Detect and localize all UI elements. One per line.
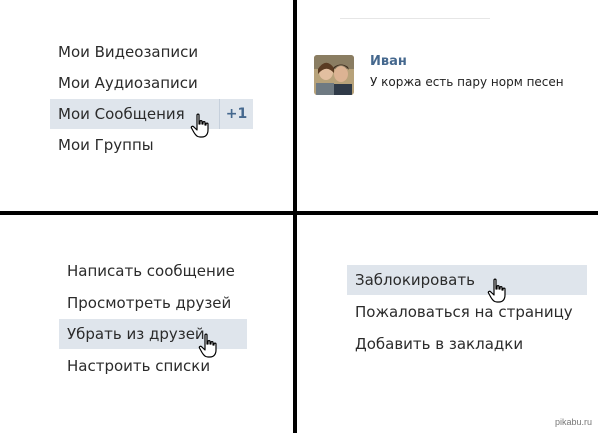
message-preview-text: У коржа есть пару норм песен <box>370 75 564 89</box>
menu-item-label: Написать сообщение <box>67 262 235 280</box>
watermark: pikabu.ru <box>554 417 592 427</box>
menu-item-label: Мои Сообщения <box>58 105 185 123</box>
hand-pointer-icon <box>487 278 506 303</box>
hand-pointer-icon <box>190 113 209 138</box>
menu-item-label: Убрать из друзей <box>67 325 205 343</box>
menu-item-add-bookmark[interactable]: Добавить в закладки <box>347 329 587 359</box>
menu-item-view-friends[interactable]: Просмотреть друзей <box>59 288 249 318</box>
menu-item-label: Добавить в закладки <box>355 335 524 353</box>
menu-item-label: Мои Видеозаписи <box>58 43 199 61</box>
menu-item-label: Мои Группы <box>58 136 154 154</box>
menu-item-label: Мои Аудиозаписи <box>58 74 198 92</box>
hand-pointer-icon <box>198 333 217 358</box>
menu-item-label: Настроить списки <box>67 357 211 375</box>
panel-divider-vertical <box>293 0 297 433</box>
menu-item-label: Просмотреть друзей <box>67 294 232 312</box>
menu-item-report-page[interactable]: Пожаловаться на страницу <box>347 297 587 327</box>
menu-item-label: Пожаловаться на страницу <box>355 303 573 321</box>
menu-item-videos[interactable]: Мои Видеозаписи <box>50 37 250 67</box>
message-sender-name[interactable]: Иван <box>370 54 407 69</box>
menu-item-messages[interactable]: Мои Сообщения +1 <box>50 99 253 129</box>
panel-divider-horizontal <box>0 211 598 215</box>
menu-item-audio[interactable]: Мои Аудиозаписи <box>50 68 250 98</box>
menu-item-configure-lists[interactable]: Настроить списки <box>59 351 249 381</box>
top-separator-line <box>340 18 490 19</box>
avatar[interactable] <box>314 55 354 95</box>
unread-count-badge[interactable]: +1 <box>219 99 253 129</box>
menu-item-write-message[interactable]: Написать сообщение <box>59 256 249 286</box>
menu-item-label: Заблокировать <box>355 271 475 289</box>
menu-item-groups[interactable]: Мои Группы <box>50 130 250 160</box>
menu-item-block[interactable]: Заблокировать <box>347 265 587 295</box>
